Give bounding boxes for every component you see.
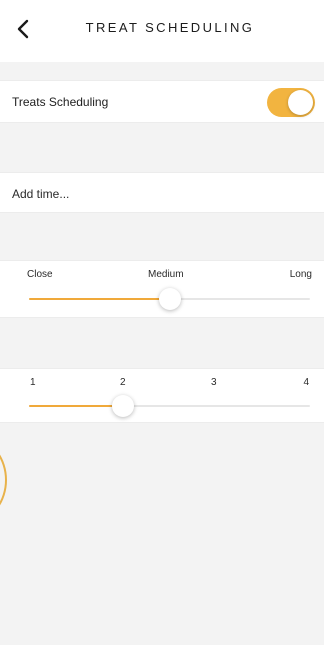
- count-label-3: 3: [211, 377, 217, 388]
- distance-label-close: Close: [27, 269, 53, 280]
- nav-header: TREAT SCHEDULING: [0, 0, 324, 62]
- treat-scheduling-screen: TREAT SCHEDULING Treats Scheduling Add t…: [0, 0, 324, 645]
- treats-scheduling-row: Treats Scheduling: [0, 80, 324, 123]
- distance-slider-fill: [29, 298, 170, 300]
- distance-label-medium: Medium: [148, 269, 184, 280]
- count-slider-thumb[interactable]: [111, 395, 134, 417]
- page-title: TREAT SCHEDULING: [85, 20, 255, 35]
- add-time-label: Add time...: [12, 187, 70, 201]
- count-label-1: 1: [30, 377, 36, 388]
- distance-slider-thumb[interactable]: [158, 288, 181, 310]
- add-time-row[interactable]: Add time...: [0, 172, 324, 213]
- count-label-2: 2: [120, 377, 126, 388]
- treats-scheduling-label: Treats Scheduling: [12, 95, 109, 109]
- treats-scheduling-toggle[interactable]: [267, 88, 315, 117]
- toggle-knob: [288, 90, 313, 115]
- count-label-4: 4: [303, 377, 309, 388]
- distance-slider-block: Close Medium Long: [0, 260, 324, 318]
- decorative-arc: [0, 440, 7, 520]
- count-slider-track[interactable]: [29, 405, 310, 407]
- distance-label-long: Long: [289, 269, 312, 280]
- count-slider-fill: [29, 405, 123, 407]
- treat-count-slider-block: 1 2 3 4: [0, 368, 324, 423]
